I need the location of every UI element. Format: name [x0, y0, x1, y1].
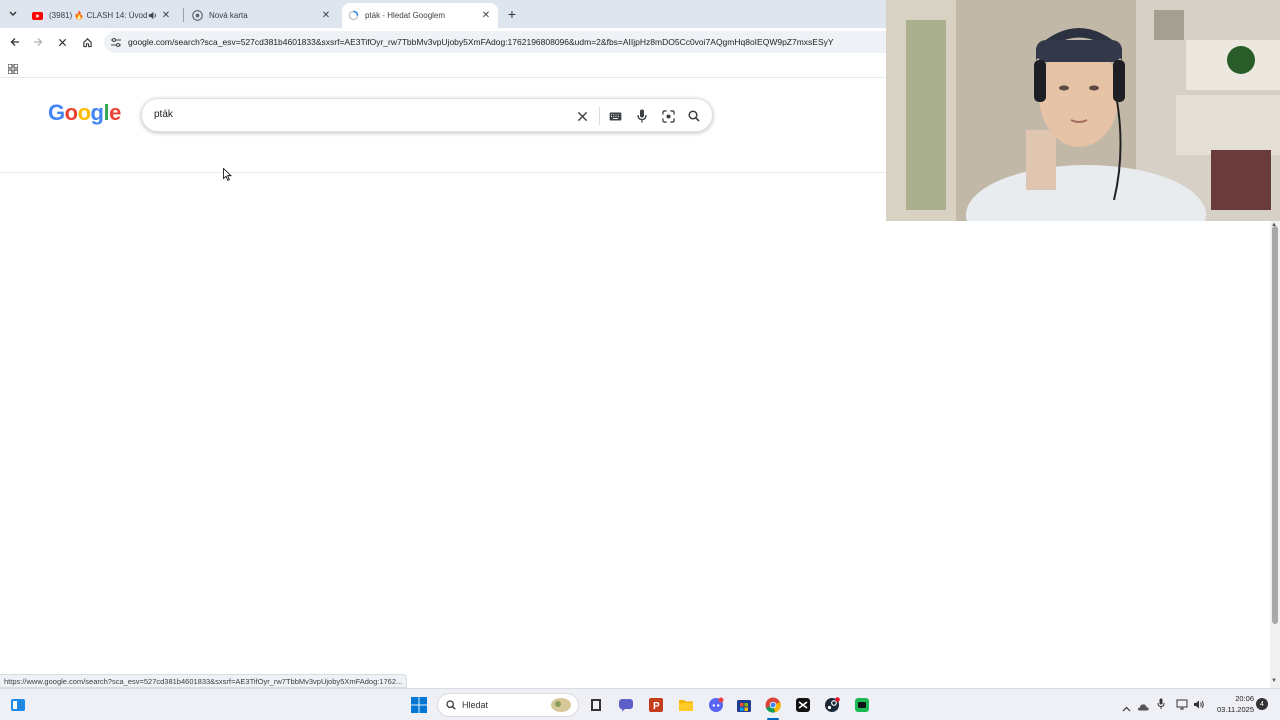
file-explorer-icon[interactable] — [676, 695, 696, 715]
notification-badge[interactable]: 4 — [1256, 698, 1268, 710]
link-status-bubble: https://www.google.com/search?sca_esv=52… — [0, 674, 408, 688]
logo-letter: G — [48, 100, 65, 125]
tab-new-tab[interactable]: Nová karta ✕ — [186, 3, 338, 28]
volume-icon[interactable] — [1193, 697, 1205, 715]
discord-icon[interactable] — [706, 695, 726, 715]
store-icon[interactable] — [734, 695, 754, 715]
chrome-taskbar-icon[interactable] — [763, 695, 783, 715]
tab-strip: (3981) 🔥 CLASH 14: Úvodní ✕ Nová karta ✕… — [0, 0, 886, 28]
spotify-like-icon[interactable] — [852, 695, 872, 715]
logo-letter: e — [109, 100, 121, 125]
scroll-up-arrow-icon[interactable]: ▲ — [1271, 222, 1277, 228]
logo-letter: o — [64, 100, 78, 125]
address-bar[interactable]: google.com/search?sca_esv=527cd381b46018… — [104, 31, 886, 53]
search-icon[interactable] — [685, 107, 703, 125]
tab-youtube[interactable]: (3981) 🔥 CLASH 14: Úvodní ✕ — [26, 3, 178, 28]
steam-icon[interactable] — [822, 695, 842, 715]
microphone-tray-icon[interactable] — [1157, 697, 1165, 715]
chrome-icon — [192, 10, 203, 21]
tab-close-icon[interactable]: ✕ — [480, 10, 492, 21]
apps-grid-icon[interactable] — [7, 61, 20, 75]
webcam-overlay — [886, 0, 1280, 221]
new-tab-button[interactable]: + — [504, 6, 520, 22]
tab-close-icon[interactable]: ✕ — [320, 10, 332, 21]
browser-toolbar: google.com/search?sca_esv=527cd381b46018… — [0, 28, 886, 56]
search-input[interactable]: pták — [154, 109, 173, 120]
taskbar-search-placeholder: Hledat — [462, 700, 489, 710]
tab-google-search[interactable]: pták - Hledat Googlem ✕ — [342, 3, 498, 28]
tab-title: Nová karta — [209, 11, 248, 20]
task-view-icon[interactable] — [586, 695, 606, 715]
site-settings-icon[interactable] — [104, 37, 128, 47]
stop-loading-icon[interactable] — [52, 32, 72, 52]
address-bar-url: google.com/search?sca_esv=527cd381b46018… — [128, 37, 834, 47]
taskbar-clock[interactable]: 20:06 03.11.2025 — [1208, 693, 1254, 715]
start-windows-icon[interactable] — [409, 695, 429, 715]
tab-separator — [183, 8, 184, 22]
tab-search-dropdown-icon[interactable] — [6, 8, 20, 20]
search-icon — [446, 700, 456, 710]
capcut-icon[interactable] — [793, 695, 813, 715]
svg-text:P: P — [653, 701, 660, 712]
windows-taskbar: Hledat P 20:06 03.11.2025 4 — [0, 688, 1280, 720]
keyboard-icon[interactable] — [606, 107, 624, 125]
taskbar-search-box[interactable]: Hledat — [437, 693, 579, 717]
forward-icon[interactable] — [28, 32, 48, 52]
scrollbar-thumb[interactable] — [1272, 226, 1278, 624]
bookmarks-bar — [0, 56, 886, 78]
search-highlight-icon — [550, 697, 572, 713]
microphone-icon[interactable] — [633, 107, 651, 125]
youtube-icon — [32, 10, 43, 21]
chat-app-icon[interactable] — [616, 695, 636, 715]
widgets-icon[interactable] — [8, 695, 28, 715]
clear-icon[interactable] — [573, 107, 591, 125]
notification-count: 4 — [1260, 700, 1264, 708]
powerpoint-icon[interactable]: P — [646, 695, 666, 715]
google-logo[interactable]: Google — [48, 100, 121, 126]
header-divider — [0, 172, 886, 173]
google-lens-icon[interactable] — [659, 107, 677, 125]
scroll-down-arrow-icon[interactable]: ▼ — [1271, 678, 1277, 684]
speaker-icon[interactable] — [148, 11, 160, 20]
back-icon[interactable] — [5, 32, 25, 52]
tab-title: (3981) 🔥 CLASH 14: Úvodní — [49, 11, 148, 20]
clock-date: 03.11.2025 — [1217, 705, 1254, 714]
tab-title: pták - Hledat Googlem — [365, 11, 446, 20]
network-icon[interactable] — [1176, 697, 1188, 715]
logo-letter: o — [77, 100, 91, 125]
onedrive-icon[interactable] — [1137, 698, 1149, 716]
logo-letter: g — [90, 100, 104, 125]
loading-icon — [348, 10, 359, 21]
clock-time: 20:06 — [1235, 694, 1254, 703]
mouse-cursor-icon — [223, 167, 233, 182]
search-box-divider — [599, 107, 600, 125]
show-hidden-icons-icon[interactable] — [1122, 699, 1131, 717]
home-icon[interactable] — [77, 32, 97, 52]
search-box[interactable]: pták — [141, 98, 713, 132]
tab-close-icon[interactable]: ✕ — [160, 10, 172, 21]
